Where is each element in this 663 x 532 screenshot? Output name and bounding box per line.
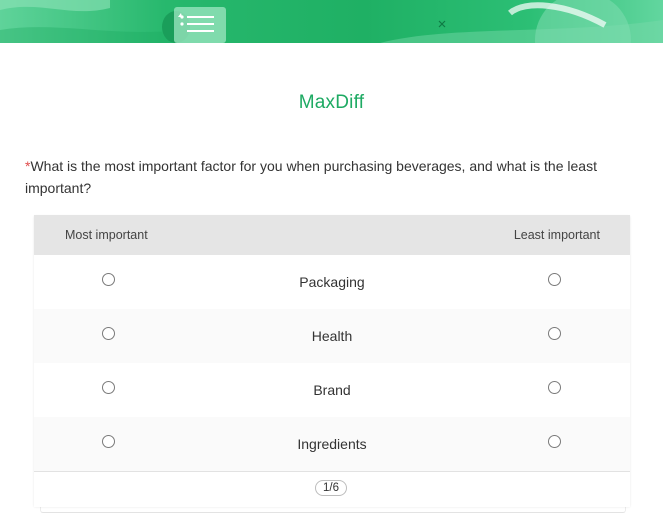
least-important-radio-ingredients[interactable] — [548, 435, 561, 448]
row-label: Brand — [313, 382, 351, 398]
row-label: Ingredients — [297, 436, 367, 452]
least-important-radio-packaging[interactable] — [548, 273, 561, 286]
column-header-most: Most important — [65, 228, 148, 242]
table-row: Health — [34, 309, 630, 363]
column-header-least: Least important — [513, 228, 600, 242]
pagination-bar: 1/6 — [34, 471, 630, 507]
table-row: Packaging — [34, 255, 630, 309]
question-label: What is the most important factor for yo… — [25, 158, 597, 196]
page-title: MaxDiff — [298, 92, 365, 113]
page-indicator: 1/6 — [315, 480, 347, 496]
table-row: Ingredients — [34, 417, 630, 471]
least-important-radio-health[interactable] — [548, 327, 561, 340]
note-list-icon — [162, 7, 226, 43]
header-banner — [0, 0, 663, 43]
least-important-radio-brand[interactable] — [548, 381, 561, 394]
row-label: Packaging — [299, 274, 365, 290]
table-header: Most important Least important — [34, 215, 630, 255]
table-row: Brand — [34, 363, 630, 417]
row-label: Health — [311, 328, 353, 344]
planet-icon — [508, 0, 631, 43]
question-text: *What is the most important factor for y… — [25, 155, 625, 199]
maxdiff-table: Most important Least important Packaging… — [34, 215, 630, 507]
card-stack-shadow — [40, 506, 626, 513]
sparkle-icon — [438, 20, 446, 28]
